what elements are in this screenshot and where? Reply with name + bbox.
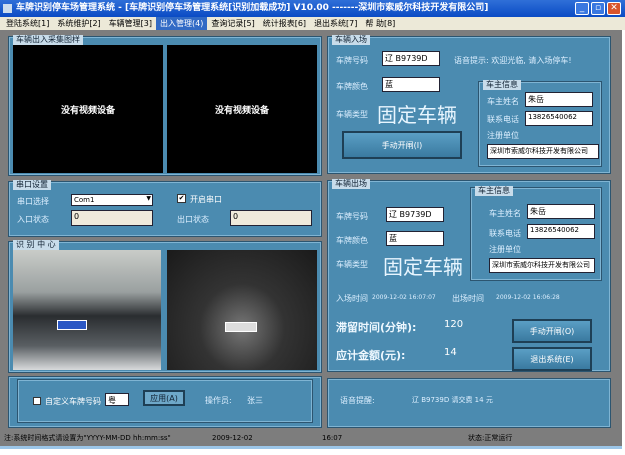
- owner-phone-field[interactable]: 13826540062: [527, 224, 595, 239]
- exit-manual-open-button[interactable]: 手动开闸(O): [512, 319, 592, 343]
- exit-plate-field[interactable]: 辽 B9739D: [386, 207, 444, 222]
- video-exit: 没有视频设备: [167, 45, 317, 173]
- owner-legend: 车主信息: [483, 80, 521, 90]
- divider: [0, 446, 622, 449]
- out-status-field[interactable]: 0: [230, 210, 312, 226]
- entry-owner-panel: 车主信息 车主姓名 朱岳 联系电话 13826540062 注册单位 深圳市索威…: [478, 80, 602, 167]
- license-plate: [225, 322, 257, 332]
- owner-unit-label: 注册单位: [487, 131, 519, 140]
- capture-legend: 车辆出入采集图样: [13, 35, 83, 45]
- voice-panel: 语音提醒: 辽 B9739D 请交费 14 元: [327, 378, 611, 428]
- close-button[interactable]: ✕: [607, 2, 621, 15]
- fee-value: 14: [444, 347, 457, 358]
- entry-plate-field[interactable]: 辽 B9739D: [382, 51, 440, 66]
- owner-name-field[interactable]: 朱岳: [527, 204, 595, 219]
- status-state: 状态:正常运行: [468, 434, 513, 442]
- entry-voice-prompt: 语音提示: 欢迎光临, 请入场停车!: [454, 56, 572, 65]
- serial-panel: 串口设置 串口选择 Com1 ▼ ✔ 开启串口 入口状态 0 出口状态 0: [8, 180, 322, 237]
- video-entry: 没有视频设备: [13, 45, 163, 173]
- menu-maintenance[interactable]: 系统维护[2]: [53, 17, 104, 30]
- owner-phone-label: 联系电话: [487, 115, 519, 124]
- owner-unit-field[interactable]: 深圳市索威尔科技开发有限公司: [489, 258, 595, 273]
- port-label: 串口选择: [17, 197, 49, 206]
- owner-name-field[interactable]: 朱岳: [525, 92, 593, 107]
- maximize-button[interactable]: ▫: [591, 2, 605, 15]
- fee-label: 应计金额(元):: [336, 349, 406, 362]
- menu-reports[interactable]: 统计报表[6]: [259, 17, 310, 30]
- custom-plate-panel: 自定义车牌号码 粤 应用(A) 操作员: 张三: [8, 376, 322, 428]
- owner-legend: 车主信息: [475, 186, 513, 196]
- chevron-down-icon: ▼: [146, 195, 151, 202]
- owner-name-label: 车主姓名: [487, 97, 519, 106]
- entry-plate-label: 车牌号码: [336, 56, 368, 65]
- exit-system-button[interactable]: 退出系统(E): [512, 347, 592, 371]
- menu-help[interactable]: 帮 助[8]: [361, 17, 399, 30]
- port-select[interactable]: Com1 ▼: [71, 194, 153, 206]
- recognition-panel: 识 别 中 心: [8, 240, 322, 373]
- in-time-label: 入场时间: [336, 294, 368, 303]
- owner-phone-field[interactable]: 13826540062: [525, 111, 593, 126]
- custom-plate-label: 自定义车牌号码: [45, 397, 101, 406]
- plate-prefix-input[interactable]: 粤: [105, 393, 129, 406]
- exit-car-photo: [167, 250, 317, 370]
- custom-plate-checkbox[interactable]: [33, 397, 41, 405]
- operator-name: 张三: [247, 396, 263, 405]
- window-title: 车牌识别停车场管理系统 - [车牌识别停车场管理系统[识别加载成功] V10.0…: [16, 3, 489, 13]
- license-plate: [57, 320, 87, 330]
- voice-text: 辽 B9739D 请交费 14 元: [412, 396, 493, 404]
- open-port-checkbox[interactable]: ✔: [177, 194, 186, 203]
- status-bar: 注:系统时间格式请设置为"YYYY-MM-DD hh:mm:ss" 2009-1…: [0, 430, 622, 446]
- exit-panel: 车辆出场 车牌号码 辽 B9739D 车牌颜色 蓝 车辆类型 固定车辆 车主信息…: [327, 179, 611, 372]
- entry-legend: 车辆入场: [332, 35, 370, 45]
- owner-name-label: 车主姓名: [489, 209, 521, 218]
- out-time-label: 出场时间: [452, 294, 484, 303]
- entry-car-photo: [13, 250, 161, 370]
- operator-label: 操作员:: [205, 396, 232, 405]
- menu-vehicles[interactable]: 车辆管理[3]: [105, 17, 156, 30]
- entry-panel: 车辆入场 车牌号码 辽 B9739D 语音提示: 欢迎光临, 请入场停车! 车牌…: [327, 35, 611, 174]
- out-time-value: 2009-12-02 16:06:28: [496, 294, 560, 301]
- recognition-legend: 识 别 中 心: [13, 240, 59, 250]
- serial-legend: 串口设置: [13, 180, 51, 190]
- in-status-label: 入口状态: [17, 215, 49, 224]
- status-time: 16:07: [322, 434, 343, 442]
- owner-unit-field[interactable]: 深圳市索威尔科技开发有限公司: [487, 144, 599, 159]
- in-status-field[interactable]: 0: [71, 210, 153, 226]
- entry-type-label: 车辆类型: [336, 110, 368, 119]
- exit-plate-label: 车牌号码: [336, 212, 368, 221]
- stay-time-label: 滞留时间(分钟):: [336, 321, 417, 334]
- minimize-button[interactable]: _: [575, 2, 589, 15]
- exit-legend: 车辆出场: [332, 179, 370, 189]
- title-bar: 车牌识别停车场管理系统 - [车牌识别停车场管理系统[识别加载成功] V10.0…: [0, 0, 625, 17]
- status-note: 注:系统时间格式请设置为"YYYY-MM-DD hh:mm:ss": [4, 434, 171, 442]
- out-status-label: 出口状态: [177, 215, 209, 224]
- exit-owner-panel: 车主信息 车主姓名 朱岳 联系电话 13826540062 注册单位 深圳市索威…: [470, 186, 602, 281]
- no-video-text: 没有视频设备: [214, 105, 269, 116]
- exit-color-label: 车牌颜色: [336, 236, 368, 245]
- entry-vehicle-type: 固定车辆: [377, 103, 457, 127]
- menu-login[interactable]: 登陆系统[1]: [2, 17, 53, 30]
- owner-phone-label: 联系电话: [489, 229, 521, 238]
- exit-type-label: 车辆类型: [336, 260, 368, 269]
- menu-exit[interactable]: 退出系统[7]: [310, 17, 361, 30]
- menu-bar: 登陆系统[1] 系统维护[2] 车辆管理[3] 出入管理(4) 查询记录[5] …: [0, 17, 625, 30]
- entry-color-field[interactable]: 蓝: [382, 77, 440, 92]
- owner-unit-label: 注册单位: [489, 245, 521, 254]
- voice-label: 语音提醒:: [340, 396, 375, 405]
- exit-vehicle-type: 固定车辆: [383, 255, 463, 279]
- exit-color-field[interactable]: 蓝: [386, 231, 444, 246]
- menu-inout[interactable]: 出入管理(4): [156, 17, 208, 30]
- entry-manual-open-button[interactable]: 手动开闸(I): [342, 131, 462, 159]
- entry-color-label: 车牌颜色: [336, 82, 368, 91]
- in-time-value: 2009-12-02 16:07:07: [372, 294, 436, 301]
- apply-button[interactable]: 应用(A): [143, 390, 185, 406]
- open-port-label: 开启串口: [190, 195, 222, 204]
- status-date: 2009-12-02: [212, 434, 253, 442]
- no-video-text: 没有视频设备: [60, 105, 115, 116]
- capture-panel: 车辆出入采集图样 没有视频设备 没有视频设备: [8, 35, 322, 176]
- menu-query[interactable]: 查询记录[5]: [207, 17, 258, 30]
- stay-time-value: 120: [444, 319, 464, 330]
- app-icon: [3, 4, 12, 13]
